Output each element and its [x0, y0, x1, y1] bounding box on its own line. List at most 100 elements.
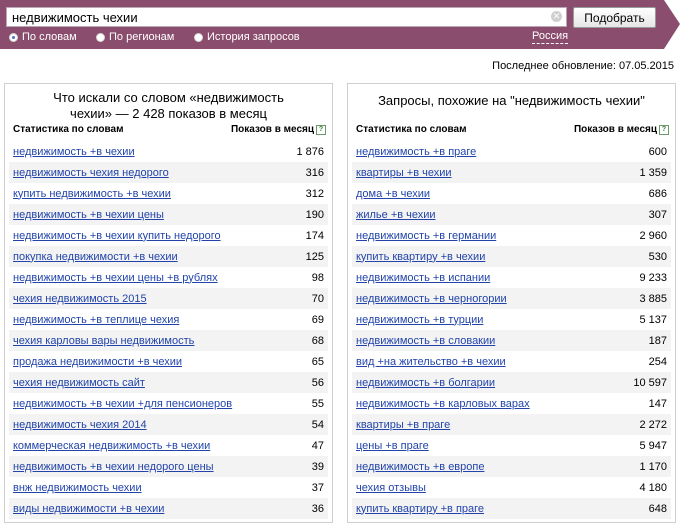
query-link[interactable]: недвижимость +в европе: [356, 461, 484, 473]
table-row: недвижимость +в словакии 187: [352, 330, 671, 351]
table-row: чехия недвижимость 2015 70: [9, 288, 328, 309]
query-link[interactable]: недвижимость +в болгарии: [356, 377, 495, 389]
query-link[interactable]: чехия недвижимость сайт: [13, 377, 145, 389]
column-header-count: Показов в месяц ?: [574, 124, 669, 135]
table-row: недвижимость +в чехии цены 190: [9, 204, 328, 225]
table-row: жилье +в чехии 307: [352, 204, 671, 225]
query-link[interactable]: виды недвижимости +в чехии: [13, 503, 164, 515]
query-link[interactable]: купить недвижимость +в чехии: [13, 188, 171, 200]
mode-by-regions[interactable]: По регионам: [96, 31, 174, 43]
help-icon[interactable]: ?: [316, 124, 326, 135]
query-link[interactable]: недвижимость чехия недорого: [13, 167, 169, 179]
radio-icon[interactable]: [194, 32, 203, 42]
column-header-query: Статистика по словам: [13, 124, 124, 135]
submit-button[interactable]: Подобрать: [573, 7, 656, 28]
query-link[interactable]: чехия карловы вары недвижимость: [13, 335, 194, 347]
impressions-count: 70: [311, 292, 324, 305]
impressions-count: 2 272: [639, 418, 667, 431]
column-header-count: Показов в месяц ?: [231, 124, 326, 135]
query-link[interactable]: недвижимость +в чехии купить недорого: [13, 230, 221, 242]
impressions-count: 3 885: [639, 292, 667, 305]
results-list: недвижимость +в праге 600 квартиры +в чех…: [352, 141, 671, 519]
impressions-count: 5 137: [639, 313, 667, 326]
query-link[interactable]: квартиры +в чехии: [356, 167, 452, 179]
impressions-count: 68: [311, 334, 324, 347]
query-link[interactable]: недвижимость чехия 2014: [13, 419, 147, 431]
table-row: чехия отзывы 4 180: [352, 477, 671, 498]
impressions-count: 54: [311, 418, 324, 431]
query-link[interactable]: недвижимость +в чехии недорого цены: [13, 461, 214, 473]
panel-word-stats: Что искали со словом «недвижимость чехии…: [4, 83, 333, 523]
impressions-count: 648: [648, 502, 667, 515]
mode-history[interactable]: История запросов: [194, 31, 300, 43]
table-row: квартиры +в праге 2 272: [352, 414, 671, 435]
impressions-count: 190: [305, 208, 324, 221]
query-link[interactable]: купить квартиру +в праге: [356, 503, 484, 515]
query-link[interactable]: чехия отзывы: [356, 482, 426, 494]
region-selector[interactable]: Россия: [532, 30, 569, 44]
table-row: купить недвижимость +в чехии 312: [9, 183, 328, 204]
table-row: недвижимость +в чехии недорого цены 39: [9, 456, 328, 477]
query-link[interactable]: недвижимость +в турции: [356, 314, 483, 326]
query-link[interactable]: недвижимость +в чехии: [13, 146, 135, 158]
table-row: коммерческая недвижимость +в чехии 47: [9, 435, 328, 456]
query-link[interactable]: недвижимость +в словакии: [356, 335, 495, 347]
query-link[interactable]: недвижимость +в германии: [356, 230, 496, 242]
impressions-count: 4 180: [639, 481, 667, 494]
search-field[interactable]: ✕: [6, 7, 567, 27]
table-row: продажа недвижимости +в чехии 65: [9, 351, 328, 372]
query-link[interactable]: покупка недвижимости +в чехии: [13, 251, 178, 263]
impressions-count: 174: [305, 229, 324, 242]
table-row: недвижимость +в германии 2 960: [352, 225, 671, 246]
table-row: квартиры +в чехии 1 359: [352, 162, 671, 183]
impressions-count: 686: [648, 187, 667, 200]
query-link[interactable]: вид +на жительство +в чехии: [356, 356, 506, 368]
query-link[interactable]: недвижимость +в карловых варах: [356, 398, 530, 410]
query-link[interactable]: квартиры +в праге: [356, 419, 450, 431]
panel-title: Запросы, похожие на "недвижимость чехии": [378, 93, 645, 108]
query-link[interactable]: дома +в чехии: [356, 188, 430, 200]
query-link[interactable]: купить квартиру +в чехии: [356, 251, 485, 263]
radio-icon[interactable]: [96, 32, 105, 42]
query-link[interactable]: недвижимость +в черногории: [356, 293, 507, 305]
mode-label: По регионам: [109, 31, 175, 43]
table-row: недвижимость +в европе 1 170: [352, 456, 671, 477]
radio-icon[interactable]: [9, 32, 18, 42]
table-row: внж недвижимость чехии 37: [9, 477, 328, 498]
impressions-count: 2 960: [639, 229, 667, 242]
table-row: виды недвижимости +в чехии 36: [9, 498, 328, 519]
impressions-count: 1 170: [639, 460, 667, 473]
search-bar: ✕ Подобрать По словам По регионам Истори…: [0, 0, 680, 49]
query-link[interactable]: недвижимость +в теплице чехия: [13, 314, 179, 326]
query-link[interactable]: жилье +в чехии: [356, 209, 436, 221]
table-row: недвижимость +в болгарии 10 597: [352, 372, 671, 393]
search-input[interactable]: [7, 8, 552, 26]
table-row: недвижимость чехия 2014 54: [9, 414, 328, 435]
table-row: покупка недвижимости +в чехии 125: [9, 246, 328, 267]
table-row: недвижимость +в черногории 3 885: [352, 288, 671, 309]
table-row: чехия карловы вары недвижимость 68: [9, 330, 328, 351]
query-link[interactable]: чехия недвижимость 2015: [13, 293, 147, 305]
impressions-count: 147: [648, 397, 667, 410]
query-link[interactable]: недвижимость +в праге: [356, 146, 476, 158]
column-header-count-label: Показов в месяц: [230, 124, 314, 135]
impressions-count: 10 597: [633, 376, 667, 389]
query-link[interactable]: недвижимость +в чехии цены +в рублях: [13, 272, 218, 284]
table-row: вид +на жительство +в чехии 254: [352, 351, 671, 372]
query-link[interactable]: внж недвижимость чехии: [13, 482, 142, 494]
table-row: недвижимость +в чехии +для пенсионеров 55: [9, 393, 328, 414]
query-link[interactable]: недвижимость +в испании: [356, 272, 490, 284]
impressions-count: 600: [648, 145, 667, 158]
query-link[interactable]: коммерческая недвижимость +в чехии: [13, 440, 210, 452]
column-header-count-label: Показов в месяц: [573, 124, 657, 135]
table-row: купить квартиру +в праге 648: [352, 498, 671, 519]
table-row: недвижимость +в турции 5 137: [352, 309, 671, 330]
mode-by-words[interactable]: По словам: [9, 31, 77, 43]
query-link[interactable]: недвижимость +в чехии +для пенсионеров: [13, 398, 232, 410]
impressions-count: 530: [648, 250, 667, 263]
query-link[interactable]: недвижимость +в чехии цены: [13, 209, 164, 221]
query-link[interactable]: цены +в праге: [356, 440, 429, 452]
help-icon[interactable]: ?: [659, 124, 669, 135]
clear-icon[interactable]: ✕: [551, 11, 562, 22]
query-link[interactable]: продажа недвижимости +в чехии: [13, 356, 182, 368]
